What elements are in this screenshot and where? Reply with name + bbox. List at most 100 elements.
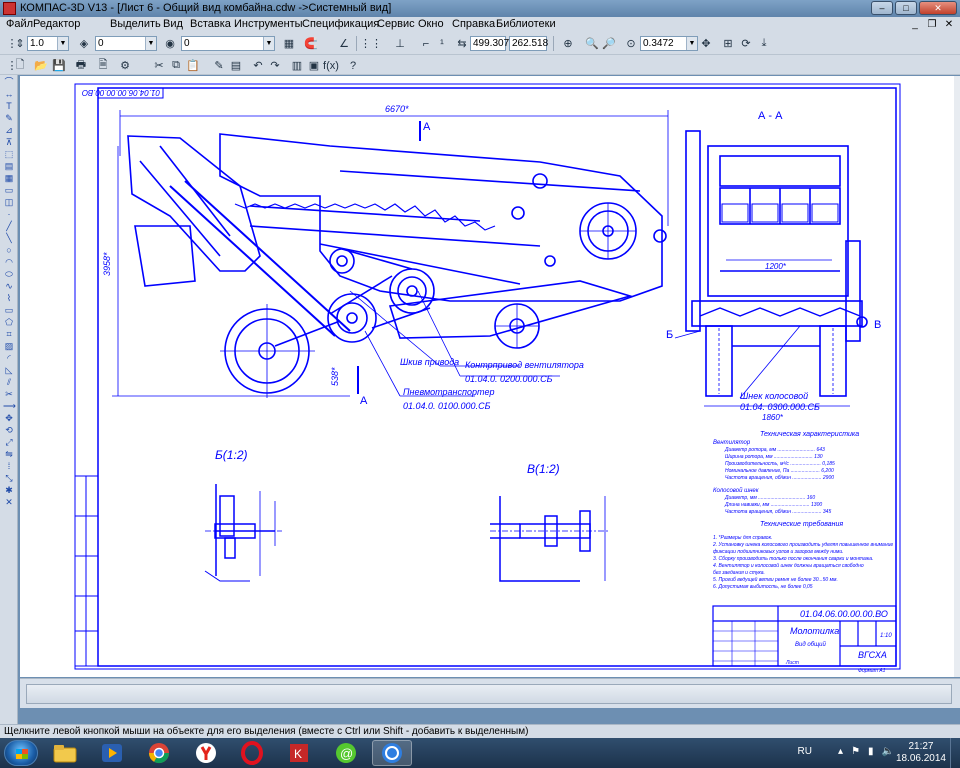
polygon-icon[interactable]: ⬠ bbox=[3, 317, 15, 327]
aux-line-icon[interactable]: ╱ bbox=[3, 221, 15, 231]
circle-icon[interactable]: ○ bbox=[3, 245, 15, 255]
volume-icon[interactable]: 🔈 bbox=[882, 746, 894, 757]
variables-icon[interactable]: ▣ bbox=[306, 58, 322, 73]
rectangle-icon[interactable]: ▭ bbox=[3, 305, 15, 315]
network-icon[interactable]: ▮ bbox=[868, 746, 874, 757]
dimensions-icon[interactable]: ↔ bbox=[3, 89, 15, 99]
preview-icon[interactable]: 🗎 bbox=[95, 58, 111, 73]
flag-icon[interactable]: ⚑ bbox=[851, 746, 860, 757]
new-document-icon[interactable]: 🗋 bbox=[12, 58, 28, 73]
rotate-icon[interactable]: ⟲ bbox=[3, 425, 15, 435]
menu-tools[interactable]: Инструменты bbox=[234, 18, 303, 30]
local-cs-icon[interactable]: ⊥ bbox=[392, 36, 408, 51]
taskbar-opera[interactable] bbox=[232, 740, 272, 766]
format-icon[interactable]: ▤ bbox=[228, 58, 244, 73]
properties-panel-body[interactable] bbox=[26, 684, 952, 704]
explode-icon[interactable]: ✱ bbox=[3, 485, 15, 495]
geometry-icon[interactable]: ⌒ bbox=[3, 77, 15, 87]
menu-editor[interactable]: Редактор bbox=[33, 18, 80, 30]
save-icon[interactable]: 💾 bbox=[51, 58, 67, 73]
arc-icon[interactable]: ◠ bbox=[3, 257, 15, 267]
coord-x-field[interactable]: 499.307 bbox=[470, 36, 509, 51]
kompas-app-icon[interactable] bbox=[3, 2, 16, 15]
chamfer-icon[interactable]: ◺ bbox=[3, 365, 15, 375]
clock[interactable]: 21:27 18.06.2014 bbox=[896, 741, 946, 765]
delete-icon[interactable]: ✕ bbox=[3, 497, 15, 507]
layers-manager-icon[interactable]: ▥ bbox=[289, 58, 305, 73]
fillet-icon[interactable]: ◜ bbox=[3, 353, 15, 363]
round-icon[interactable]: ¹ bbox=[434, 36, 450, 51]
move-icon[interactable]: ✥ bbox=[3, 413, 15, 423]
doc-restore-icon[interactable]: ❐ bbox=[925, 18, 939, 31]
menu-service[interactable]: Сервис bbox=[377, 18, 415, 30]
minimize-button[interactable]: – bbox=[871, 1, 893, 15]
taskbar-kompas[interactable]: K bbox=[279, 740, 319, 766]
help-pointer-icon[interactable]: ? bbox=[345, 58, 361, 73]
menu-insert[interactable]: Вставка bbox=[190, 18, 231, 30]
menu-libraries[interactable]: Библиотеки bbox=[496, 18, 556, 30]
regenerate-icon[interactable]: ⤓ bbox=[756, 36, 772, 51]
style-icon[interactable]: ◉ bbox=[162, 36, 178, 51]
pan-icon[interactable]: ✥ bbox=[698, 36, 714, 51]
ortho-icon[interactable]: ∠ bbox=[336, 36, 352, 51]
open-folder-icon[interactable]: 📂 bbox=[33, 58, 49, 73]
menu-window[interactable]: Окно bbox=[418, 18, 444, 30]
paste-icon[interactable]: 📋 bbox=[185, 58, 201, 73]
snap-icon[interactable]: 🧲 bbox=[303, 36, 319, 51]
trim-icon[interactable]: ✂ bbox=[3, 389, 15, 399]
menu-help[interactable]: Справка bbox=[452, 18, 495, 30]
properties-icon[interactable]: ✎ bbox=[211, 58, 227, 73]
tray-expand-icon[interactable]: ▴ bbox=[838, 746, 843, 757]
reports-icon[interactable]: ▦ bbox=[3, 173, 15, 183]
taskbar-media-player[interactable] bbox=[92, 740, 132, 766]
function-icon[interactable]: f(x) bbox=[323, 58, 339, 73]
zoom-in-icon[interactable]: 🔍 bbox=[584, 36, 600, 51]
taskbar-yandex[interactable] bbox=[186, 740, 226, 766]
annotations-icon[interactable]: T bbox=[3, 101, 15, 111]
spec-icon[interactable]: ▤ bbox=[3, 161, 15, 171]
mirror-icon[interactable]: ⇋ bbox=[3, 449, 15, 459]
show-desktop-button[interactable] bbox=[950, 738, 960, 768]
color-icon[interactable]: ▦ bbox=[281, 36, 297, 51]
polyline-icon[interactable]: ⌇ bbox=[3, 293, 15, 303]
select-icon[interactable]: ⬚ bbox=[3, 149, 15, 159]
line-scale-icon[interactable]: ⇕ bbox=[12, 36, 28, 51]
zoom-out-icon[interactable]: 🔎 bbox=[601, 36, 617, 51]
coord-y-field[interactable]: 262.518 bbox=[509, 36, 548, 51]
refresh-icon[interactable]: ⟳ bbox=[738, 36, 754, 51]
line-scale-combo[interactable]: 1.0 ▼ bbox=[27, 36, 69, 51]
menu-specification[interactable]: Спецификация bbox=[302, 18, 379, 30]
chevron-down-icon[interactable]: ▼ bbox=[263, 37, 274, 50]
taskbar-kompas-active[interactable] bbox=[372, 740, 412, 766]
menu-view[interactable]: Вид bbox=[163, 18, 183, 30]
chevron-down-icon[interactable]: ▼ bbox=[686, 37, 697, 50]
scale-icon[interactable]: ⤢ bbox=[3, 437, 15, 447]
macro-icon[interactable]: ◫ bbox=[3, 197, 15, 207]
taskbar-chrome[interactable] bbox=[139, 740, 179, 766]
grid-icon[interactable]: ⋮⋮ bbox=[360, 36, 382, 51]
array-icon[interactable]: ⁞ bbox=[3, 461, 15, 471]
zoom-combo[interactable]: 0.3472 ▼ bbox=[640, 36, 698, 51]
contour-icon[interactable]: ⌗ bbox=[3, 329, 15, 339]
manager-icon[interactable]: ⚙ bbox=[117, 58, 133, 73]
parametrize-icon[interactable]: ⊿ bbox=[3, 125, 15, 135]
language-indicator[interactable]: RU bbox=[798, 746, 812, 757]
segment-icon[interactable]: ╲ bbox=[3, 233, 15, 243]
layer-icon[interactable]: ◈ bbox=[76, 36, 92, 51]
ellipse-icon[interactable]: ⬭ bbox=[3, 269, 15, 279]
print-icon[interactable]: 🖶 bbox=[73, 58, 89, 73]
ortho-mode-icon[interactable]: ⌐ bbox=[418, 36, 434, 51]
measure-icon[interactable]: ⊼ bbox=[3, 137, 15, 147]
show-all-icon[interactable]: ⊞ bbox=[720, 36, 736, 51]
doc-close-icon[interactable]: ✕ bbox=[942, 18, 956, 31]
chevron-down-icon[interactable]: ▼ bbox=[57, 37, 68, 50]
start-button[interactable] bbox=[4, 740, 38, 766]
menu-select[interactable]: Выделить bbox=[110, 18, 161, 30]
close-button[interactable]: ✕ bbox=[919, 1, 957, 15]
extend-icon[interactable]: ⟶ bbox=[3, 401, 16, 411]
undo-icon[interactable]: ↶ bbox=[250, 58, 266, 73]
offset-icon[interactable]: ⫽ bbox=[3, 377, 15, 387]
doc-minimize-icon[interactable]: _ bbox=[908, 18, 922, 31]
deform-icon[interactable]: ⤡ bbox=[3, 473, 15, 483]
zoom-scale-icon[interactable]: ⊙ bbox=[623, 36, 639, 51]
